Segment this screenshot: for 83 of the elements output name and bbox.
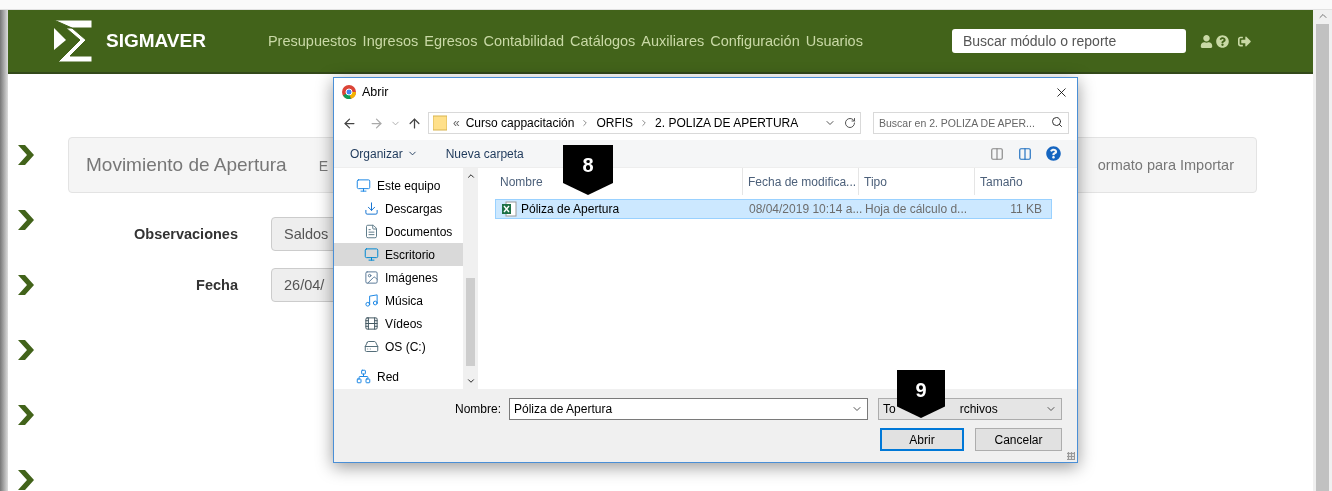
nav-link[interactable]: Egresos [424,33,478,49]
scroll-down-icon[interactable] [465,376,476,386]
breadcrumb-item[interactable]: Curso cappacitación [465,116,575,130]
scroll-up-icon[interactable] [465,171,476,181]
folder-search-field[interactable]: Buscar en 2. POLIZA DE APER... [873,112,1069,134]
new-folder-button[interactable]: Nueva carpeta [445,146,524,161]
nav-pane-item[interactable]: Documentos [334,220,463,243]
nav-pane-item[interactable]: Este equipo [334,174,463,197]
chevron-icon [17,339,35,361]
nav-link[interactable]: Contabilidad [483,33,565,49]
up-icon[interactable] [407,115,422,131]
computer-icon [356,178,371,193]
chevron-icon [17,404,35,426]
file-row[interactable]: Póliza de Apertura 08/04/2019 10:14 a... Hoja de cálculo d... 11 KB [495,199,1052,219]
nav-pane-item[interactable]: Escritorio [334,243,463,266]
spreadsheet-icon [501,201,517,217]
chevron-icon [17,209,35,231]
film-icon [364,316,379,331]
scroll-thumb[interactable] [1316,24,1329,491]
logout-icon[interactable] [1237,34,1251,48]
search-icon[interactable] [1051,116,1063,128]
chevron-icon [17,274,35,296]
field-label: Fecha [195,277,238,293]
search-field[interactable]: Buscar módulo o reporte [951,29,1186,53]
scrollbar[interactable] [463,168,478,389]
refresh-icon[interactable] [844,117,856,129]
resize-grip[interactable] [1067,452,1075,460]
column-header[interactable]: Tamaño [975,168,1045,195]
nav-pane-item[interactable]: Vídeos [334,312,463,335]
breadcrumb-item[interactable]: ORFIS [596,116,634,130]
view-icon[interactable] [990,146,1004,161]
back-icon[interactable] [342,115,357,131]
drive-icon [364,339,379,354]
overflow-mark[interactable]: « [453,116,460,130]
column-header[interactable]: Fecha de modifica... [743,168,859,195]
chevron-icon [17,469,35,491]
forward-icon[interactable] [369,115,384,131]
step-badge: 9 [897,370,945,418]
filename-label: Nombre: [455,402,501,416]
cancel-button[interactable]: Cancelar [975,428,1062,451]
nav-link[interactable]: Auxiliares [641,33,705,49]
dialog-title: Abrir [362,85,390,99]
brand-name: SIGMAVER [106,30,206,52]
download-icon [364,201,379,216]
logo-icon [52,18,94,64]
file-cell-text: 08/04/2019 10:14 a... [748,202,860,216]
help-icon[interactable] [1215,34,1229,48]
network-icon [356,369,371,384]
file-cell: Póliza de Apertura [496,201,744,217]
organize-menu[interactable]: Organizar [350,146,418,161]
file-cell-text: 11 KB [1009,202,1043,216]
nav-pane-item[interactable]: Imágenes [334,266,463,289]
nav-pane-item[interactable]: OS (C:) [334,335,463,358]
chevron-icon [17,144,35,166]
folder-icon [433,115,447,131]
nav-pane-item[interactable]: Música [334,289,463,312]
filename-field[interactable]: Póliza de Apertura [509,398,868,420]
breadcrumb-item[interactable]: 2. POLIZA DE APERTURA [655,116,799,130]
music-icon [364,293,379,308]
nav-link[interactable]: Ingresos [362,33,419,49]
nav-pane-item[interactable]: Descargas [334,197,463,220]
document-icon [364,224,379,239]
scroll-thumb[interactable] [466,278,475,366]
column-header[interactable]: Tipo [859,168,975,195]
field-label: Observaciones [133,226,238,242]
panel-tab[interactable]: E [318,158,328,174]
nav-link[interactable]: Configuración [710,33,800,49]
panel-title: Movimiento de Apertura [86,154,287,175]
scrollbar[interactable] [1313,10,1332,491]
step-badge: 8 [563,145,613,195]
image-icon [364,270,379,285]
browser-icon [342,85,356,99]
nav-pane-item[interactable]: Red [334,365,463,388]
help-icon[interactable] [1046,146,1061,161]
address-bar[interactable]: « Curso cappacitación ORFIS 2. POLIZA DE APERTURA [428,112,861,134]
desktop-icon [364,247,379,262]
nav-link[interactable]: Presupuestos [267,33,357,49]
user-icon[interactable] [1199,34,1213,48]
nav-link[interactable]: Catálogos [570,33,636,49]
open-button[interactable]: Abrir [880,428,964,451]
import-format-link[interactable]: ormato para Importar [1097,157,1234,173]
nav-link[interactable]: Usuarios [805,33,863,49]
preview-pane-icon[interactable] [1018,146,1032,161]
